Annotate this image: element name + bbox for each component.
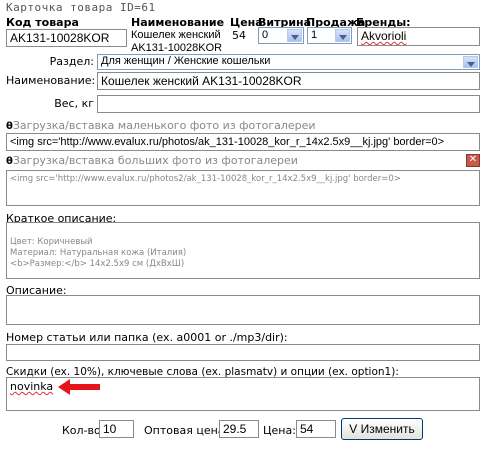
theta-icon[interactable]: θ [6,121,13,132]
qty-input[interactable]: 10 [99,420,134,438]
price-label: Цена: [263,424,296,437]
vitrina-value: 0 [262,29,269,41]
short-desc-line: Цвет: Коричневый [10,237,93,247]
price-input[interactable]: 54 [296,420,336,438]
section-select[interactable]: Для женщин / Женские кошельки [97,54,480,70]
code-input[interactable]: AK131-10028KOR [6,29,127,47]
red-arrow-icon [58,379,100,395]
big-photo-textarea[interactable]: <img src='http://www.evalux.ru/photos2/a… [6,170,480,206]
section-label: Раздел: [49,55,94,68]
short-desc-line: <b>Размер:</b> 14x2.5x9 см (ДхВхШ) [10,259,185,269]
short-desc-textarea[interactable]: Цвет: Коричневый Материал: Натуральная ко… [6,222,480,279]
prodazha-value: 1 [311,29,318,41]
section-value: Для женщин / Женские кошельки [101,55,271,67]
col-header-name: Наименование [131,16,225,29]
window-title: Карточка товара ID=61 [6,1,156,14]
big-photo-label-row: θЗагрузка/вставка больших фото из фотога… [6,154,298,167]
article-label: Номер статьи или папка (ex. a0001 or ./m… [6,331,288,344]
small-photo-label-row: θЗагрузка/вставка маленького фото из фот… [6,119,316,132]
brand-input[interactable]: Akvorioli [357,27,480,46]
product-name-line1: Кошелек женский [131,29,221,41]
name-label: Наименование: [6,74,96,87]
chevron-down-icon[interactable] [335,29,350,42]
theta-icon[interactable]: θ [6,156,13,167]
weight-label: Вес, кг [54,97,94,110]
short-desc-line: Материал: Натуральная кожа (Италия) [10,248,187,258]
vitrina-select[interactable]: 0 [258,27,304,44]
small-photo-label: Загрузка/вставка маленького фото из фото… [12,119,316,132]
chevron-down-icon[interactable] [463,56,478,68]
wholesale-label: Оптовая цена: [144,424,229,437]
price-cell: 54 [232,29,246,42]
submit-button[interactable]: V Изменить [341,418,423,440]
weight-input[interactable] [97,95,480,113]
prodazha-select[interactable]: 1 [307,27,352,44]
article-input[interactable] [6,344,480,361]
name-input[interactable]: Кошелек женский AK131-10028KOR [97,72,480,90]
wholesale-input[interactable]: 29.5 [219,420,259,438]
chevron-down-icon[interactable] [287,29,302,42]
small-photo-input[interactable]: <img src='http://www.evalux.ru/photos/ak… [6,133,480,151]
big-photo-label: Загрузка/вставка больших фото из фотогал… [12,154,298,167]
close-icon[interactable]: ✕ [466,154,480,167]
col-header-code: Код товара [6,16,79,29]
product-name-cell: Кошелек женский AK131-10028KOR [131,29,222,55]
desc-textarea[interactable] [6,295,480,325]
